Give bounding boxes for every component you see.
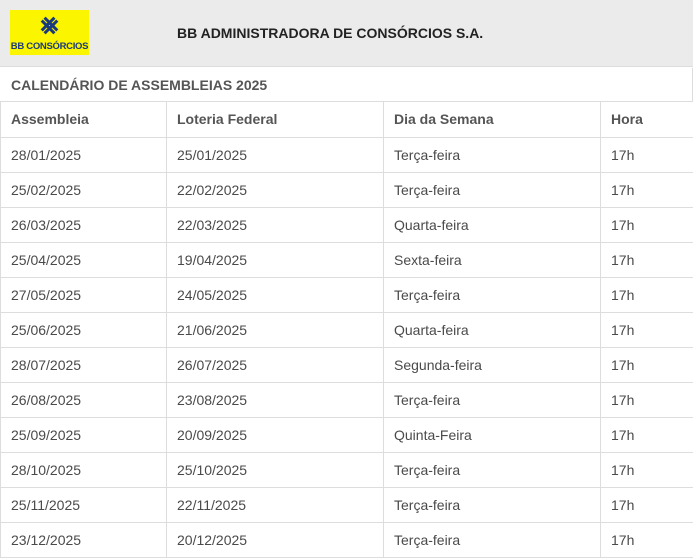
column-header-assembleia: Assembleia bbox=[0, 102, 167, 138]
cell-dia-da-semana: Terça-feira bbox=[383, 382, 601, 418]
cell-loteria-federal: 22/02/2025 bbox=[166, 172, 384, 208]
bb-logo-icon bbox=[40, 16, 59, 35]
cell-loteria-federal: 24/05/2025 bbox=[166, 277, 384, 313]
company-name: BB ADMINISTRADORA DE CONSÓRCIOS S.A. bbox=[177, 25, 484, 41]
cell-dia-da-semana: Terça-feira bbox=[383, 452, 601, 488]
cell-loteria-federal: 25/01/2025 bbox=[166, 137, 384, 173]
cell-assembleia: 25/11/2025 bbox=[0, 487, 167, 523]
cell-loteria-federal: 20/09/2025 bbox=[166, 417, 384, 453]
cell-assembleia: 25/04/2025 bbox=[0, 242, 167, 278]
cell-dia-da-semana: Sexta-feira bbox=[383, 242, 601, 278]
table-row: 25/04/2025 19/04/2025 Sexta-feira 17h bbox=[0, 242, 693, 278]
cell-dia-da-semana: Terça-feira bbox=[383, 277, 601, 313]
table-header-row: Assembleia Loteria Federal Dia da Semana… bbox=[0, 102, 693, 138]
cell-hora: 17h bbox=[600, 347, 693, 383]
cell-assembleia: 25/06/2025 bbox=[0, 312, 167, 348]
logo-text: BB CONSÓRCIOS bbox=[10, 41, 89, 52]
cell-dia-da-semana: Quarta-feira bbox=[383, 312, 601, 348]
cell-hora: 17h bbox=[600, 277, 693, 313]
cell-dia-da-semana: Terça-feira bbox=[383, 172, 601, 208]
page-header: BB CONSÓRCIOS BB ADMINISTRADORA DE CONSÓ… bbox=[0, 0, 693, 67]
table-row: 28/01/2025 25/01/2025 Terça-feira 17h bbox=[0, 137, 693, 173]
cell-assembleia: 26/03/2025 bbox=[0, 207, 167, 243]
cell-assembleia: 28/01/2025 bbox=[0, 137, 167, 173]
cell-hora: 17h bbox=[600, 522, 693, 558]
cell-loteria-federal: 22/11/2025 bbox=[166, 487, 384, 523]
cell-loteria-federal: 22/03/2025 bbox=[166, 207, 384, 243]
table-row: 23/12/2025 20/12/2025 Terça-feira 17h bbox=[0, 522, 693, 558]
cell-assembleia: 23/12/2025 bbox=[0, 522, 167, 558]
table-row: 26/03/2025 22/03/2025 Quarta-feira 17h bbox=[0, 207, 693, 243]
cell-dia-da-semana: Quinta-Feira bbox=[383, 417, 601, 453]
cell-dia-da-semana: Terça-feira bbox=[383, 487, 601, 523]
cell-loteria-federal: 25/10/2025 bbox=[166, 452, 384, 488]
cell-hora: 17h bbox=[600, 137, 693, 173]
cell-hora: 17h bbox=[600, 417, 693, 453]
cell-dia-da-semana: Segunda-feira bbox=[383, 347, 601, 383]
cell-loteria-federal: 26/07/2025 bbox=[166, 347, 384, 383]
table-row: 28/07/2025 26/07/2025 Segunda-feira 17h bbox=[0, 347, 693, 383]
cell-assembleia: 28/07/2025 bbox=[0, 347, 167, 383]
table-row: 28/10/2025 25/10/2025 Terça-feira 17h bbox=[0, 452, 693, 488]
cell-loteria-federal: 23/08/2025 bbox=[166, 382, 384, 418]
cell-hora: 17h bbox=[600, 242, 693, 278]
section-title: CALENDÁRIO DE ASSEMBLEIAS 2025 bbox=[0, 68, 693, 102]
table-row: 25/02/2025 22/02/2025 Terça-feira 17h bbox=[0, 172, 693, 208]
table-row: 26/08/2025 23/08/2025 Terça-feira 17h bbox=[0, 382, 693, 418]
cell-assembleia: 27/05/2025 bbox=[0, 277, 167, 313]
column-header-hora: Hora bbox=[600, 102, 693, 138]
column-header-loteria-federal: Loteria Federal bbox=[166, 102, 384, 138]
cell-loteria-federal: 20/12/2025 bbox=[166, 522, 384, 558]
cell-hora: 17h bbox=[600, 312, 693, 348]
cell-hora: 17h bbox=[600, 452, 693, 488]
cell-loteria-federal: 19/04/2025 bbox=[166, 242, 384, 278]
cell-loteria-federal: 21/06/2025 bbox=[166, 312, 384, 348]
cell-assembleia: 25/02/2025 bbox=[0, 172, 167, 208]
table-row: 25/11/2025 22/11/2025 Terça-feira 17h bbox=[0, 487, 693, 523]
table-row: 25/09/2025 20/09/2025 Quinta-Feira 17h bbox=[0, 417, 693, 453]
cell-hora: 17h bbox=[600, 172, 693, 208]
assemblies-table: Assembleia Loteria Federal Dia da Semana… bbox=[0, 102, 693, 558]
table-row: 27/05/2025 24/05/2025 Terça-feira 17h bbox=[0, 277, 693, 313]
cell-hora: 17h bbox=[600, 207, 693, 243]
cell-assembleia: 25/09/2025 bbox=[0, 417, 167, 453]
cell-dia-da-semana: Terça-feira bbox=[383, 137, 601, 173]
cell-assembleia: 28/10/2025 bbox=[0, 452, 167, 488]
column-header-dia-da-semana: Dia da Semana bbox=[383, 102, 601, 138]
cell-assembleia: 26/08/2025 bbox=[0, 382, 167, 418]
cell-dia-da-semana: Quarta-feira bbox=[383, 207, 601, 243]
cell-dia-da-semana: Terça-feira bbox=[383, 522, 601, 558]
cell-hora: 17h bbox=[600, 382, 693, 418]
table-row: 25/06/2025 21/06/2025 Quarta-feira 17h bbox=[0, 312, 693, 348]
bb-consorcios-logo: BB CONSÓRCIOS bbox=[10, 10, 89, 55]
cell-hora: 17h bbox=[600, 487, 693, 523]
